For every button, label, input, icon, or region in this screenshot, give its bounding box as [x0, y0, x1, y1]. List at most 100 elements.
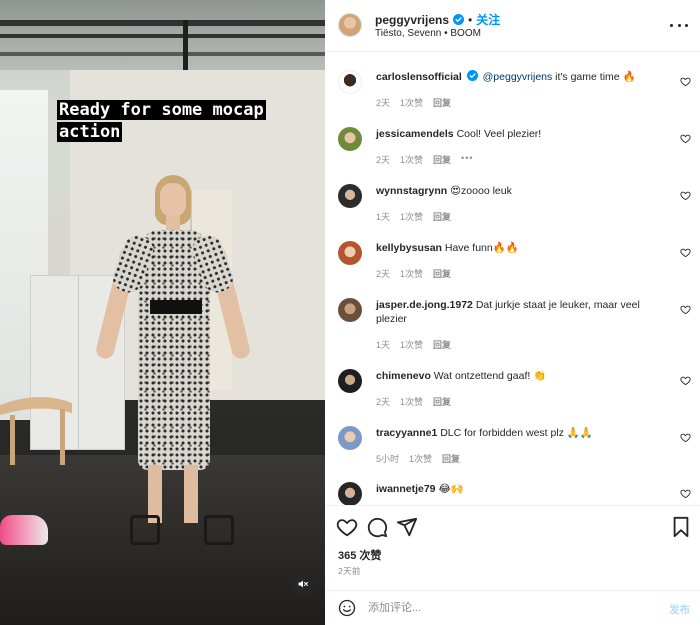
comment-body: Wat ontzettend gaaf! 👏 — [433, 370, 547, 382]
commenter-avatar[interactable] — [338, 127, 362, 151]
heart-icon[interactable] — [680, 133, 691, 144]
post-panel: peggyvrijens • 关注 Tiësto, Sevenn • BOOM … — [325, 0, 700, 625]
comment-meta: 1天 1次赞 回复 — [376, 338, 451, 351]
comment-meta: 5小时 1次赞 回复 — [376, 452, 460, 465]
comment-time: 2天 — [376, 155, 391, 165]
comment-likes[interactable]: 1次赞 — [400, 267, 423, 280]
comments-list[interactable]: carloslensofficial @peggyvrijens it's ga… — [325, 52, 700, 505]
commenter-username[interactable]: kellybysusan — [376, 242, 442, 254]
heart-icon[interactable] — [680, 375, 691, 386]
comment-time: 2天 — [376, 269, 391, 279]
reply-button[interactable]: 回复 — [442, 452, 460, 465]
video-player[interactable]: Ready for some mocap action — [0, 0, 325, 625]
commenter-avatar[interactable] — [338, 70, 362, 94]
commenter-avatar[interactable] — [338, 241, 362, 265]
verified-badge-icon — [466, 70, 478, 81]
comment-likes[interactable]: 1次赞 — [400, 395, 423, 408]
emoji-icon[interactable] — [338, 599, 356, 617]
video-rafter — [0, 52, 325, 56]
video-caption: Ready for some mocap action — [57, 100, 266, 142]
commenter-username[interactable]: jasper.de.jong.1972 — [376, 299, 473, 311]
speaker-muted-icon — [298, 580, 308, 588]
comment-text: jasper.de.jong.1972 Dat jurkje staat je … — [376, 298, 666, 326]
comment-text: tracyyanne1 DLC for forbidden west plz 🙏… — [376, 426, 676, 440]
post-header: peggyvrijens • 关注 Tiësto, Sevenn • BOOM — [325, 0, 700, 52]
comment-text: kellybysusan Have funn🔥🔥 — [376, 241, 676, 255]
heart-icon[interactable] — [680, 432, 691, 443]
reply-button[interactable]: 回复 — [433, 338, 451, 351]
mute-button[interactable] — [291, 572, 315, 596]
comment-meta: 2天 1次赞 回复 ••• — [376, 153, 474, 166]
video-sneaker — [0, 515, 48, 545]
comment-body: it's game time 🔥 — [552, 71, 636, 83]
reply-button[interactable]: 回复 — [433, 153, 451, 166]
comment-likes[interactable]: 1次赞 — [400, 96, 423, 109]
comment-likes[interactable]: 1次赞 — [400, 153, 423, 166]
comment-meta: 2天 1次赞 回复 — [376, 395, 451, 408]
comment-icon[interactable] — [366, 516, 388, 538]
comment-likes[interactable]: 1次赞 — [400, 338, 423, 351]
reply-button[interactable]: 回复 — [433, 210, 451, 223]
author-line: peggyvrijens • 关注 — [375, 11, 500, 28]
comment-body: DLC for forbidden west plz 🙏🙏 — [440, 427, 594, 439]
post-timestamp: 2天前 — [338, 566, 361, 576]
bookmark-icon[interactable] — [670, 516, 692, 538]
comment-body: Have funn🔥🔥 — [444, 242, 519, 254]
author-username[interactable]: peggyvrijens — [375, 13, 449, 27]
reply-button[interactable]: 回复 — [433, 395, 451, 408]
comment-meta: 2天 1次赞 回复 — [376, 96, 451, 109]
likes-count[interactable]: 365 次赞 — [338, 547, 381, 563]
heart-icon[interactable] — [680, 190, 691, 201]
commenter-username[interactable]: iwannetje79 — [376, 483, 436, 495]
commenter-username[interactable]: jessicamendels — [376, 128, 454, 140]
commenter-avatar[interactable] — [338, 298, 362, 322]
commenter-avatar[interactable] — [338, 184, 362, 208]
comment-text: iwannetje79 😂🙌 — [376, 482, 676, 496]
video-rafter — [0, 34, 325, 38]
author-avatar[interactable] — [338, 13, 362, 37]
heart-icon[interactable] — [680, 247, 691, 258]
commenter-username[interactable]: chimenevo — [376, 370, 431, 382]
comment-likes[interactable]: 1次赞 — [400, 210, 423, 223]
header-separator: • — [468, 12, 473, 27]
comment-body: 😂🙌 — [438, 483, 464, 495]
follow-button[interactable]: 关注 — [476, 11, 500, 28]
comment-body: 😍zoooo leuk — [450, 185, 512, 197]
commenter-username[interactable]: tracyyanne1 — [376, 427, 437, 439]
comment-body: Cool! Veel plezier! — [456, 128, 542, 140]
heart-icon[interactable] — [680, 304, 691, 315]
commenter-username[interactable]: wynnstagrynn — [376, 185, 447, 197]
comment-time: 2天 — [376, 397, 391, 407]
comment-time: 5小时 — [376, 454, 400, 464]
heart-icon[interactable] — [680, 488, 691, 499]
commenter-avatar[interactable] — [338, 369, 362, 393]
comment-likes[interactable]: 1次赞 — [409, 452, 432, 465]
comment-text: wynnstagrynn 😍zoooo leuk — [376, 184, 676, 198]
post-button[interactable]: 发布 — [669, 602, 690, 617]
video-chair — [0, 396, 72, 465]
commenter-avatar[interactable] — [338, 426, 362, 450]
comment-meta: 1天 1次赞 回复 — [376, 210, 451, 223]
comment-time: 1天 — [376, 212, 391, 222]
comment-time: 1天 — [376, 340, 391, 350]
commenter-avatar[interactable] — [338, 482, 362, 505]
reply-button[interactable]: 回复 — [433, 267, 451, 280]
more-options-icon[interactable] — [670, 17, 688, 33]
comment-input[interactable] — [368, 597, 648, 619]
comment-text: chimenevo Wat ontzettend gaaf! 👏 — [376, 369, 676, 383]
share-icon[interactable] — [396, 516, 418, 538]
video-rafter — [0, 20, 325, 26]
comment-meta: 2天 1次赞 回复 — [376, 267, 451, 280]
comment-options-icon[interactable]: ••• — [461, 153, 473, 166]
commenter-username[interactable]: carloslensofficial — [376, 71, 462, 83]
heart-icon[interactable] — [336, 516, 358, 538]
music-info[interactable]: Tiësto, Sevenn • BOOM — [375, 28, 481, 39]
mention-link[interactable]: @peggyvrijens — [483, 71, 553, 83]
verified-badge-icon — [453, 14, 465, 25]
comment-text: jessicamendels Cool! Veel plezier! — [376, 127, 676, 141]
comment-time: 2天 — [376, 98, 391, 108]
comment-text: carloslensofficial @peggyvrijens it's ga… — [376, 70, 676, 84]
heart-icon[interactable] — [680, 76, 691, 87]
comment-composer: 发布 — [325, 590, 700, 625]
reply-button[interactable]: 回复 — [433, 96, 451, 109]
